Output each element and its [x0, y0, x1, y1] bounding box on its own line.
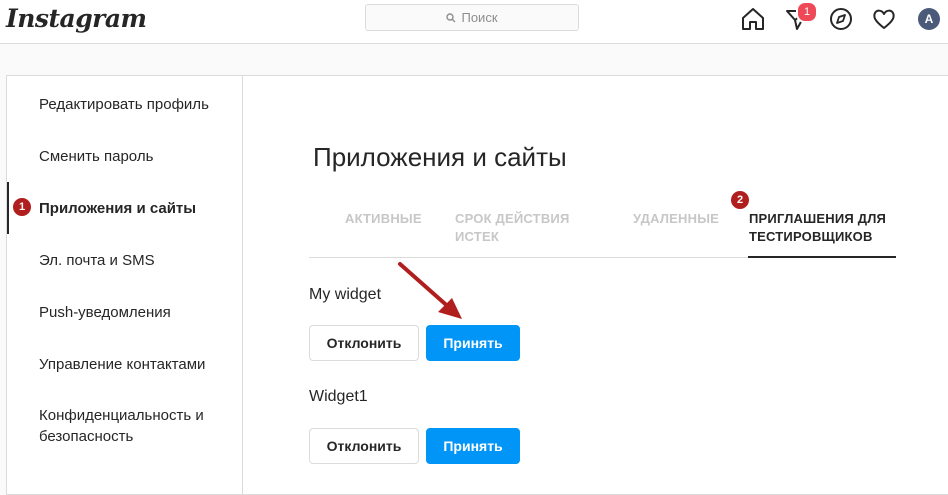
widget-name: My widget: [309, 286, 382, 303]
sidebar-item-privacy-and-security[interactable]: Конфиденциальность и безопасность: [7, 390, 242, 462]
step-badge-1: 1: [13, 198, 31, 216]
settings-card: Редактировать профиль Сменить пароль При…: [6, 75, 948, 495]
sidebar-item-apps-and-websites[interactable]: Приложения и сайты: [7, 182, 242, 234]
tab-active[interactable]: АКТИВНЫЕ: [345, 210, 422, 228]
search-icon: [446, 12, 456, 23]
sidebar-item-label: Эл. почта и SMS: [39, 251, 155, 269]
tab-expired[interactable]: СРОК ДЕЙСТВИЯ ИСТЕК: [455, 210, 595, 246]
sidebar-item-label: Управление контактами: [39, 355, 206, 373]
home-icon[interactable]: [740, 6, 766, 32]
sidebar-item-label: Редактировать профиль: [39, 95, 209, 113]
tab-tester-invites[interactable]: ПРИГЛАШЕНИЯ ДЛЯ ТЕСТИРОВЩИКОВ: [749, 210, 899, 246]
sidebar-item-manage-contacts[interactable]: Управление контактами: [7, 338, 242, 390]
sidebar-item-label: Push-уведомления: [39, 303, 171, 321]
page-title: Приложения и сайты: [313, 142, 567, 172]
accept-button[interactable]: Принять: [426, 428, 520, 464]
sidebar-item-email-and-sms[interactable]: Эл. почта и SMS: [7, 234, 242, 286]
avatar[interactable]: A: [918, 8, 940, 30]
widget-name: Widget1: [309, 388, 368, 405]
search-input[interactable]: Поиск: [365, 4, 579, 31]
explore-compass-icon[interactable]: [828, 6, 854, 32]
sidebar-item-label: Конфиденциальность и безопасность: [39, 407, 204, 445]
notification-badge: 1: [796, 1, 818, 23]
top-nav-bar: Instagram Поиск 1 A: [0, 0, 948, 44]
tab-removed[interactable]: УДАЛЕННЫЕ: [633, 210, 719, 228]
activity-heart-icon[interactable]: [871, 6, 897, 32]
sidebar-item-push-notifications[interactable]: Push-уведомления: [7, 286, 242, 338]
search-placeholder: Поиск: [461, 10, 498, 25]
decline-button[interactable]: Отклонить: [309, 428, 419, 464]
instagram-logo[interactable]: Instagram: [6, 4, 147, 33]
annotation-arrow-icon: [390, 258, 470, 333]
sidebar-item-label: Сменить пароль: [39, 147, 154, 165]
settings-sidebar: Редактировать профиль Сменить пароль При…: [7, 76, 243, 494]
active-tab-underline: [748, 256, 896, 258]
sidebar-item-change-password[interactable]: Сменить пароль: [7, 130, 242, 182]
sidebar-item-label: Приложения и сайты: [39, 199, 197, 217]
sidebar-item-edit-profile[interactable]: Редактировать профиль: [7, 78, 242, 130]
step-badge-2: 2: [731, 191, 749, 209]
